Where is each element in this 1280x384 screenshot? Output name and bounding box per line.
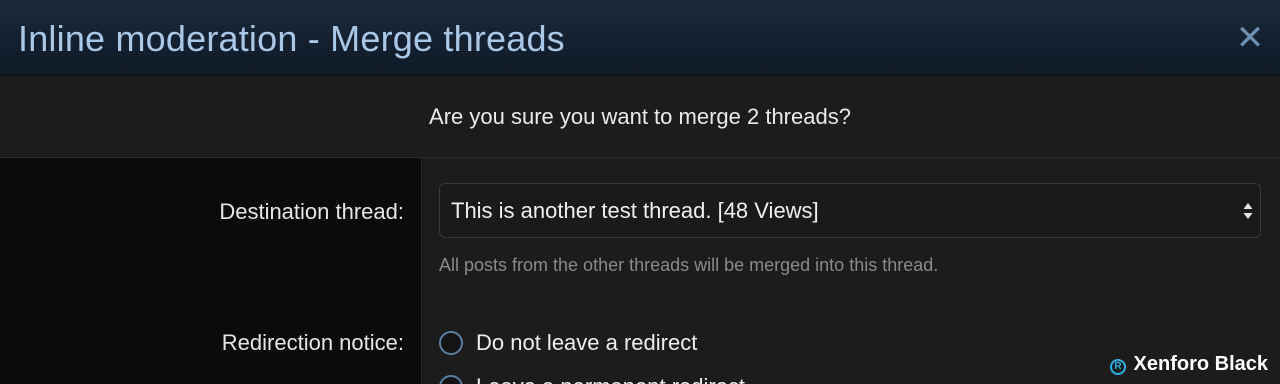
dialog-header: Inline moderation - Merge threads ✕ <box>0 0 1280 76</box>
destination-thread-hint: All posts from the other threads will be… <box>439 255 939 275</box>
destination-thread-select[interactable]: This is another test thread. [48 Views] <box>439 183 1261 238</box>
destination-thread-label: Destination thread: <box>219 199 404 224</box>
close-icon[interactable]: ✕ <box>1232 20 1268 56</box>
confirm-message: Are you sure you want to merge 2 threads… <box>0 76 1280 158</box>
destination-thread-value: This is another test thread. [48 Views] <box>451 198 819 223</box>
watermark: R Xenforo Black <box>1109 352 1268 376</box>
redirection-notice-label: Redirection notice: <box>221 330 404 355</box>
form-fields-column: This is another test thread. [48 Views] … <box>423 158 1280 384</box>
dialog-title: Inline moderation - Merge threads <box>18 18 565 59</box>
select-arrows-icon <box>1243 203 1253 219</box>
radio-icon[interactable] <box>439 375 463 384</box>
radio-icon[interactable] <box>439 331 463 355</box>
watermark-text: Xenforo Black <box>1133 353 1268 375</box>
radio-option-label: Leave a permanent redirect <box>476 372 745 384</box>
merge-threads-dialog: Inline moderation - Merge threads ✕ Are … <box>0 0 1280 384</box>
form-labels-column: Destination thread: Redirection notice: <box>0 158 422 384</box>
watermark-logo-icon: R <box>1109 359 1126 375</box>
radio-option-label: Do not leave a redirect <box>476 330 698 355</box>
